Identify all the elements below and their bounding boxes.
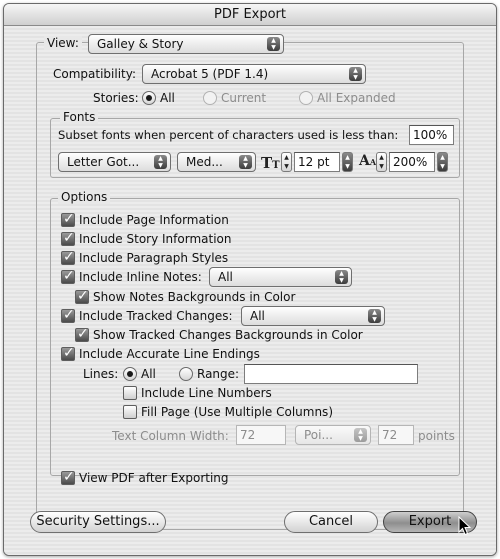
stories-all-label: All xyxy=(160,91,175,105)
view-pdf-after-checkbox[interactable] xyxy=(61,469,75,485)
font-family-popup[interactable]: Letter Got... ▲ ▼ xyxy=(58,152,171,172)
popup-arrows-icon: ▲ ▼ xyxy=(368,309,381,323)
include-line-endings-checkbox[interactable] xyxy=(61,345,75,361)
show-tracked-backgrounds-checkbox[interactable] xyxy=(75,326,89,342)
font-size-stepper[interactable]: ▲ ▼ xyxy=(281,152,292,172)
include-page-info-label: Include Page Information xyxy=(79,213,229,227)
security-settings-button[interactable]: Security Settings... xyxy=(30,511,166,533)
compatibility-value: Acrobat 5 (PDF 1.4) xyxy=(151,67,269,81)
compatibility-popup[interactable]: Acrobat 5 (PDF 1.4) ▲ ▼ xyxy=(142,64,366,84)
units-value: Poi... xyxy=(304,428,333,442)
popup-arrows-icon: ▲ ▼ xyxy=(267,37,280,51)
range-field[interactable] xyxy=(244,364,418,384)
fonts-legend: Fonts xyxy=(60,110,99,124)
include-line-numbers-label: Include Line Numbers xyxy=(141,386,272,400)
popup-arrows-icon: ▲ ▼ xyxy=(154,155,167,169)
cancel-button[interactable]: Cancel xyxy=(284,511,378,533)
font-style-value: Med... xyxy=(186,155,223,169)
show-notes-backgrounds-label: Show Notes Backgrounds in Color xyxy=(93,290,296,304)
stories-all-expanded-label: All Expanded xyxy=(317,91,396,105)
options-legend: Options xyxy=(58,190,111,204)
leading-icon: AA xyxy=(359,153,377,169)
stories-current-radio[interactable] xyxy=(203,91,217,105)
view-label: View: xyxy=(47,36,79,50)
include-paragraph-styles-checkbox[interactable] xyxy=(61,249,75,265)
stories-label: Stories: xyxy=(93,91,139,105)
lines-all-radio[interactable] xyxy=(123,367,137,381)
show-tracked-backgrounds-label: Show Tracked Changes Backgrounds in Colo… xyxy=(93,328,363,342)
view-popup[interactable]: Galley & Story ▲ ▼ xyxy=(88,34,284,54)
include-line-numbers-checkbox[interactable] xyxy=(123,386,137,400)
lines-range-label: Range: xyxy=(197,367,240,381)
stories-all-radio[interactable] xyxy=(142,91,156,105)
tracked-changes-value: All xyxy=(250,309,265,323)
include-paragraph-styles-label: Include Paragraph Styles xyxy=(79,251,229,265)
inline-notes-value: All xyxy=(218,270,233,284)
units-popup[interactable]: Poi... ▲ ▼ xyxy=(295,425,371,445)
include-inline-notes-checkbox[interactable] xyxy=(61,268,75,284)
compatibility-label: Compatibility: xyxy=(53,67,137,81)
fill-page-checkbox[interactable] xyxy=(123,405,137,419)
font-size-field[interactable]: 12 pt xyxy=(294,152,340,172)
stories-all-expanded-radio[interactable] xyxy=(299,91,313,105)
points-field[interactable]: 72 xyxy=(378,425,414,445)
subset-percent-field[interactable]: 100% xyxy=(409,125,454,145)
leading-stepper[interactable]: ▲ ▼ xyxy=(376,152,387,172)
points-label: points xyxy=(418,429,455,443)
popup-arrows-icon: ▲ ▼ xyxy=(349,67,362,81)
lines-all-label: All xyxy=(141,367,156,381)
font-size-popup-arrows[interactable]: ▲ ▼ xyxy=(342,152,353,172)
popup-arrows-icon: ▲ ▼ xyxy=(335,270,348,284)
leading-field[interactable]: 200% xyxy=(389,152,435,172)
tracked-changes-popup[interactable]: All ▲ ▼ xyxy=(241,306,385,326)
include-line-endings-label: Include Accurate Line Endings xyxy=(79,347,260,361)
pdf-export-dialog: PDF Export View: Galley & Story ▲ ▼ Compa… xyxy=(3,3,497,556)
include-tracked-changes-label: Include Tracked Changes: xyxy=(79,309,233,323)
lines-range-radio[interactable] xyxy=(179,367,193,381)
popup-arrows-icon: ▲ ▼ xyxy=(354,428,367,442)
view-value: Galley & Story xyxy=(97,37,184,51)
lines-label: Lines: xyxy=(83,367,119,381)
include-story-info-checkbox[interactable] xyxy=(61,230,75,246)
stories-current-label: Current xyxy=(221,91,267,105)
font-size-icon: TT xyxy=(261,154,280,172)
font-family-value: Letter Got... xyxy=(67,155,140,169)
font-style-popup[interactable]: Med... ▲ ▼ xyxy=(177,152,256,172)
text-column-width-label: Text Column Width: xyxy=(112,429,229,443)
subset-fonts-label: Subset fonts when percent of characters … xyxy=(58,128,399,142)
dialog-body: View: Galley & Story ▲ ▼ Compatibility: A… xyxy=(4,26,496,555)
window-title: PDF Export xyxy=(4,4,496,26)
fill-page-label: Fill Page (Use Multiple Columns) xyxy=(141,405,333,419)
view-legend: View: xyxy=(44,36,82,50)
show-notes-backgrounds-checkbox[interactable] xyxy=(75,288,89,304)
popup-arrows-icon: ▲ ▼ xyxy=(239,155,252,169)
include-inline-notes-label: Include Inline Notes: xyxy=(79,270,202,284)
include-story-info-label: Include Story Information xyxy=(79,232,232,246)
include-page-info-checkbox[interactable] xyxy=(61,211,75,227)
include-tracked-changes-checkbox[interactable] xyxy=(61,307,75,323)
leading-popup-arrows[interactable]: ▲ ▼ xyxy=(437,152,448,172)
arrow-cursor-icon xyxy=(458,516,472,536)
text-column-width-field[interactable]: 72 xyxy=(236,425,286,445)
inline-notes-popup[interactable]: All ▲ ▼ xyxy=(209,267,352,287)
view-pdf-after-label: View PDF after Exporting xyxy=(79,471,229,485)
